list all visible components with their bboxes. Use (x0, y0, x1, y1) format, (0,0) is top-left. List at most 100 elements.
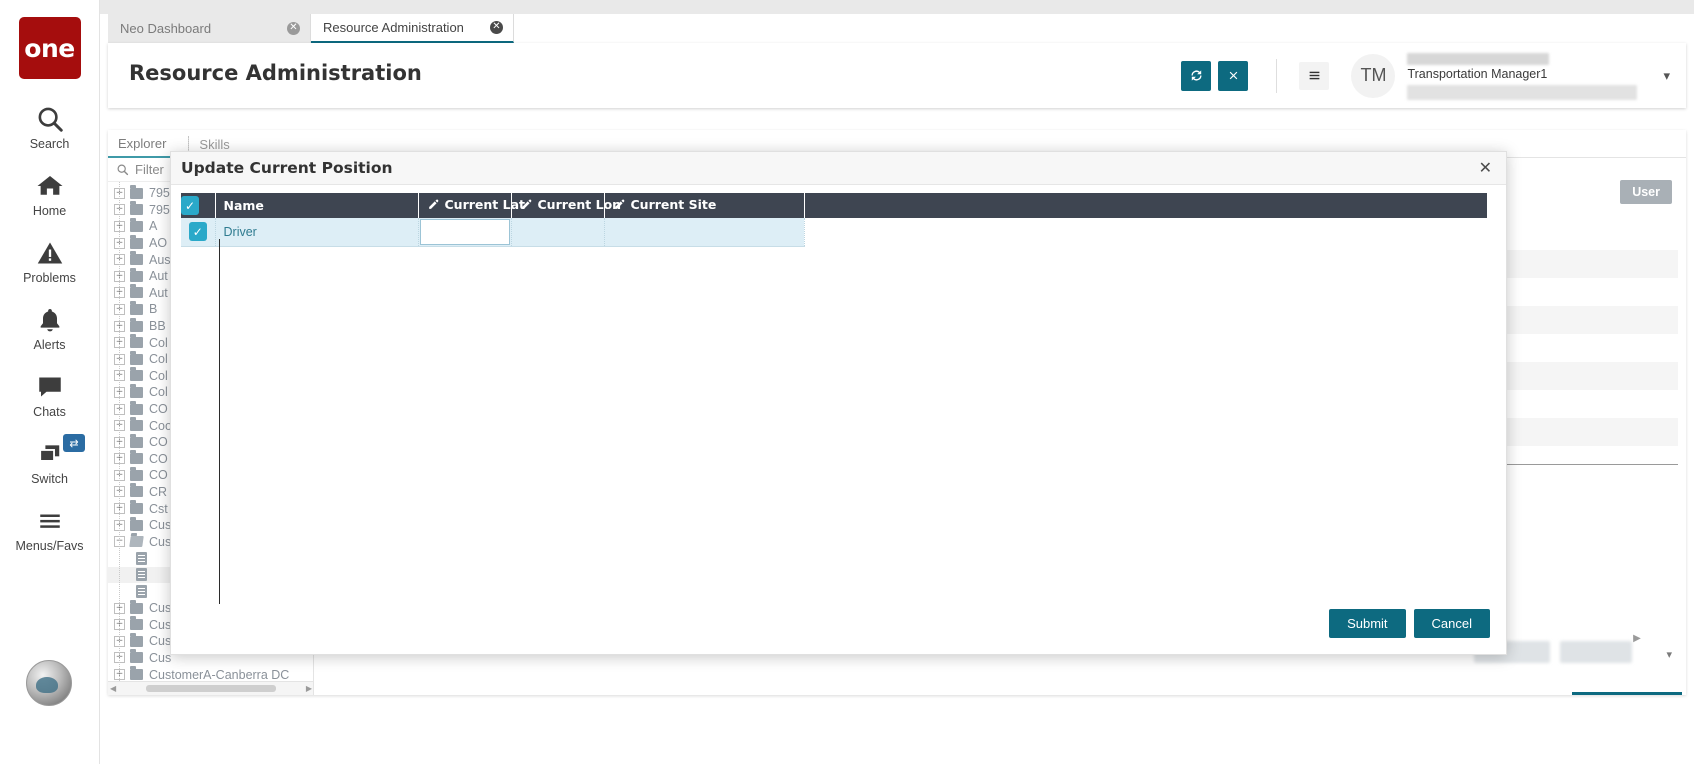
folder-icon (130, 334, 143, 349)
folder-icon (130, 234, 143, 249)
tab-label: Resource Administration (323, 20, 464, 35)
cancel-button[interactable]: Cancel (1413, 608, 1490, 638)
column-header-name[interactable]: Name (215, 193, 419, 218)
refresh-button[interactable] (1181, 60, 1212, 91)
chevron-down-icon[interactable]: ▾ (1666, 648, 1672, 661)
row-checkbox[interactable]: ✓ (188, 222, 207, 242)
scrollbar-thumb[interactable] (146, 685, 276, 692)
document-icon (136, 568, 147, 582)
sidebar-item-home[interactable]: Home (0, 160, 99, 227)
tree-node-label: Cus (149, 617, 172, 632)
select-all-header[interactable]: ✓ (181, 193, 216, 218)
table-row[interactable]: ✓ Driver (181, 218, 1488, 247)
tree-filter-placeholder: Filter (135, 162, 164, 177)
folder-icon (130, 267, 143, 282)
cell-current-lat[interactable] (418, 218, 512, 247)
column-header-filler (804, 193, 1488, 218)
user-role-label: Transportation Manager1 (1407, 66, 1548, 81)
cell-current-lon[interactable] (511, 218, 605, 247)
folder-open-icon (129, 536, 144, 548)
header-divider (1276, 58, 1278, 93)
cell-name: Driver (215, 218, 419, 247)
tree-node-label: CR (149, 484, 168, 499)
tree-node-label: Cus (149, 534, 172, 549)
sidebar-item-label: Menus/Favs (15, 539, 84, 553)
dialog-footer: Submit Cancel (171, 592, 1506, 654)
panel-tab-label: Explorer (118, 135, 167, 151)
column-header-current-site[interactable]: Current Site (604, 193, 805, 218)
tab-resource-administration[interactable]: Resource Administration ✕ (311, 14, 514, 43)
app-logo[interactable]: one (18, 17, 81, 79)
avatar[interactable] (26, 660, 72, 706)
tab-neo-dashboard[interactable]: Neo Dashboard ✕ (108, 14, 311, 43)
document-icon (136, 551, 147, 565)
column-label: Current Site (630, 197, 717, 212)
chat-icon (35, 372, 65, 402)
sidebar-item-alerts[interactable]: Alerts (0, 294, 99, 361)
sidebar-item-menus-favs[interactable]: Menus/Favs (0, 495, 99, 562)
folder-icon (130, 317, 143, 332)
sidebar-item-chats[interactable]: Chats (0, 361, 99, 428)
menu-button[interactable] (1299, 61, 1330, 90)
tree-node-label: CO (149, 451, 168, 466)
edit-icon (520, 198, 533, 214)
user-detail-redacted (1407, 84, 1638, 100)
folder-icon (130, 201, 143, 216)
sidebar-item-label: Home (32, 204, 67, 218)
tree-node-label: 795 (149, 202, 170, 217)
select-all-checkbox[interactable]: ✓ (181, 196, 199, 215)
close-icon[interactable]: ✕ (1475, 158, 1496, 178)
folder-icon (130, 400, 143, 415)
folder-icon (130, 632, 143, 647)
warning-icon (36, 238, 64, 268)
close-icon[interactable]: ✕ (490, 21, 503, 34)
submit-button[interactable]: Submit (1329, 608, 1406, 638)
user-avatar[interactable]: TM (1351, 53, 1396, 98)
sidebar-item-problems[interactable]: Problems (0, 227, 99, 294)
close-icon[interactable]: ✕ (287, 22, 300, 35)
panel-accent-strip (1572, 692, 1682, 695)
bell-icon (36, 305, 64, 335)
tree-node-label: Coo (149, 418, 172, 433)
tree-node-label: CustomerA-Canberra DC (149, 667, 290, 682)
tree-node-label: A (149, 219, 158, 234)
sidebar-item-label: Chats (33, 405, 66, 419)
cell-current-site[interactable] (604, 218, 805, 247)
folder-icon (130, 350, 143, 365)
browser-tab-strip-bg (100, 0, 1694, 14)
switch-icon (35, 439, 65, 469)
folder-icon (130, 466, 143, 481)
folder-icon (130, 599, 143, 614)
tab-explorer[interactable]: Explorer (108, 130, 177, 158)
switch-badge-icon[interactable]: ⇄ (63, 434, 85, 452)
scroll-left-icon[interactable]: ◀ (110, 684, 116, 693)
table-row (1498, 418, 1678, 446)
column-header-current-lon[interactable]: Current Lon (511, 193, 621, 218)
current-lat-input[interactable] (419, 218, 510, 245)
tree-node-label: Col (149, 352, 168, 367)
tab-bar: Neo Dashboard ✕ Resource Administration … (108, 14, 514, 43)
tree-horizontal-scrollbar[interactable]: ◀ ▶ (108, 681, 313, 695)
table-divider (1498, 464, 1678, 465)
close-page-button[interactable] (1218, 60, 1249, 91)
dialog-title: Update Current Position (181, 159, 393, 177)
folder-icon (130, 516, 143, 531)
row-select-cell[interactable]: ✓ (181, 218, 216, 247)
folder-icon (130, 666, 143, 681)
sidebar-item-search[interactable]: Search (0, 93, 99, 160)
panel-tab-label: Skills (199, 136, 230, 152)
tree-node-label: CO (149, 468, 168, 483)
chevron-down-icon[interactable]: ▾ (1663, 68, 1670, 84)
add-user-button[interactable]: User (1620, 180, 1672, 204)
dialog-body: ✓ Name Current Lat Current Lon Current S… (171, 185, 1506, 615)
sidebar-item-switch[interactable]: ⇄ Switch (0, 428, 99, 495)
tree-node-label: Aut (149, 269, 168, 284)
folder-icon (130, 284, 143, 299)
left-nav-rail: one Search Home Problems Alerts Chats ⇄ … (0, 0, 100, 764)
tertiary-action-button[interactable] (1560, 641, 1632, 663)
folder-icon (130, 483, 143, 498)
column-header-current-lat[interactable]: Current Lat (418, 193, 525, 218)
scroll-right-icon[interactable]: ▶ (306, 684, 312, 693)
column-label: Current Lat (444, 197, 525, 212)
tree-node-label: B (149, 302, 158, 317)
